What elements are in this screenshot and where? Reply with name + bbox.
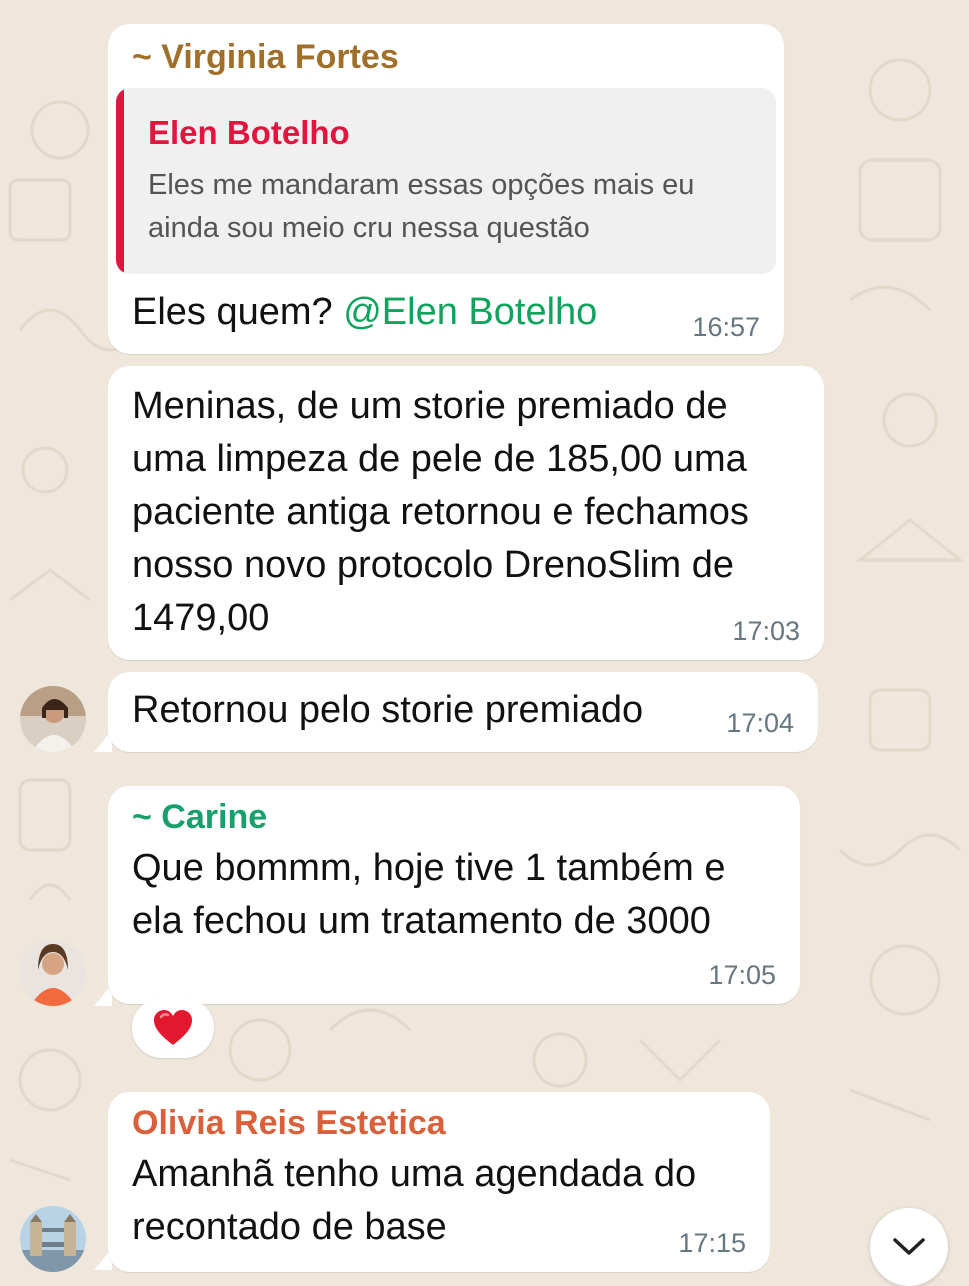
message-text: Meninas, de um storie premiado de uma li… [132, 385, 749, 639]
scroll-to-bottom-button[interactable] [870, 1208, 948, 1286]
message-time: 17:15 [678, 1228, 746, 1258]
quote-accent-bar [116, 88, 124, 274]
message-bubble-virginia[interactable]: ~ Virginia Fortes Elen Botelho Eles me m… [108, 24, 784, 354]
tower-bridge-avatar-icon [20, 1206, 86, 1272]
sender-name[interactable]: ~ Virginia Fortes [132, 38, 399, 77]
message-time: 17:03 [732, 616, 800, 646]
message-text-prefix: Eles quem? [132, 291, 344, 333]
sender-avatar[interactable] [20, 940, 86, 1006]
woman-avatar-icon [20, 686, 86, 752]
message-bubble-olivia[interactable]: Olivia Reis Estetica Amanhã tenho uma ag… [108, 1092, 770, 1272]
quoted-sender-name: Elen Botelho [148, 114, 350, 151]
message-text: Amanhã tenho uma agendada do recontado d… [132, 1153, 697, 1248]
message-bubble-retornou[interactable]: Retornou pelo storie premiado 17:04 [108, 672, 818, 752]
message-bubble-drenoslim[interactable]: Meninas, de um storie premiado de uma li… [108, 366, 824, 660]
message-text: Que bommm, hoje tive 1 também e ela fech… [132, 847, 726, 942]
chevron-down-icon [893, 1238, 925, 1255]
sender-name[interactable]: Olivia Reis Estetica [132, 1104, 446, 1143]
sender-avatar[interactable] [20, 1206, 86, 1272]
heart-icon [154, 1010, 192, 1045]
woman-orange-dress-avatar-icon [20, 940, 86, 1006]
message-time: 17:04 [726, 708, 794, 738]
message-bubble-carine[interactable]: ~ Carine Que bommm, hoje tive 1 também e… [108, 786, 800, 1004]
message-text: Retornou pelo storie premiado [132, 689, 644, 731]
sender-name[interactable]: ~ Carine [132, 798, 267, 837]
reaction-badge[interactable] [132, 998, 214, 1058]
message-time: 17:05 [708, 960, 776, 990]
mention-link[interactable]: @Elen Botelho [343, 291, 597, 333]
message-text: Eles quem? @Elen Botelho [132, 286, 597, 339]
sender-avatar[interactable] [20, 686, 86, 752]
quoted-text: Eles me mandaram essas opções mais eu ai… [148, 169, 695, 244]
quoted-message[interactable]: Elen Botelho Eles me mandaram essas opçõ… [116, 88, 776, 274]
message-time: 16:57 [692, 312, 760, 342]
